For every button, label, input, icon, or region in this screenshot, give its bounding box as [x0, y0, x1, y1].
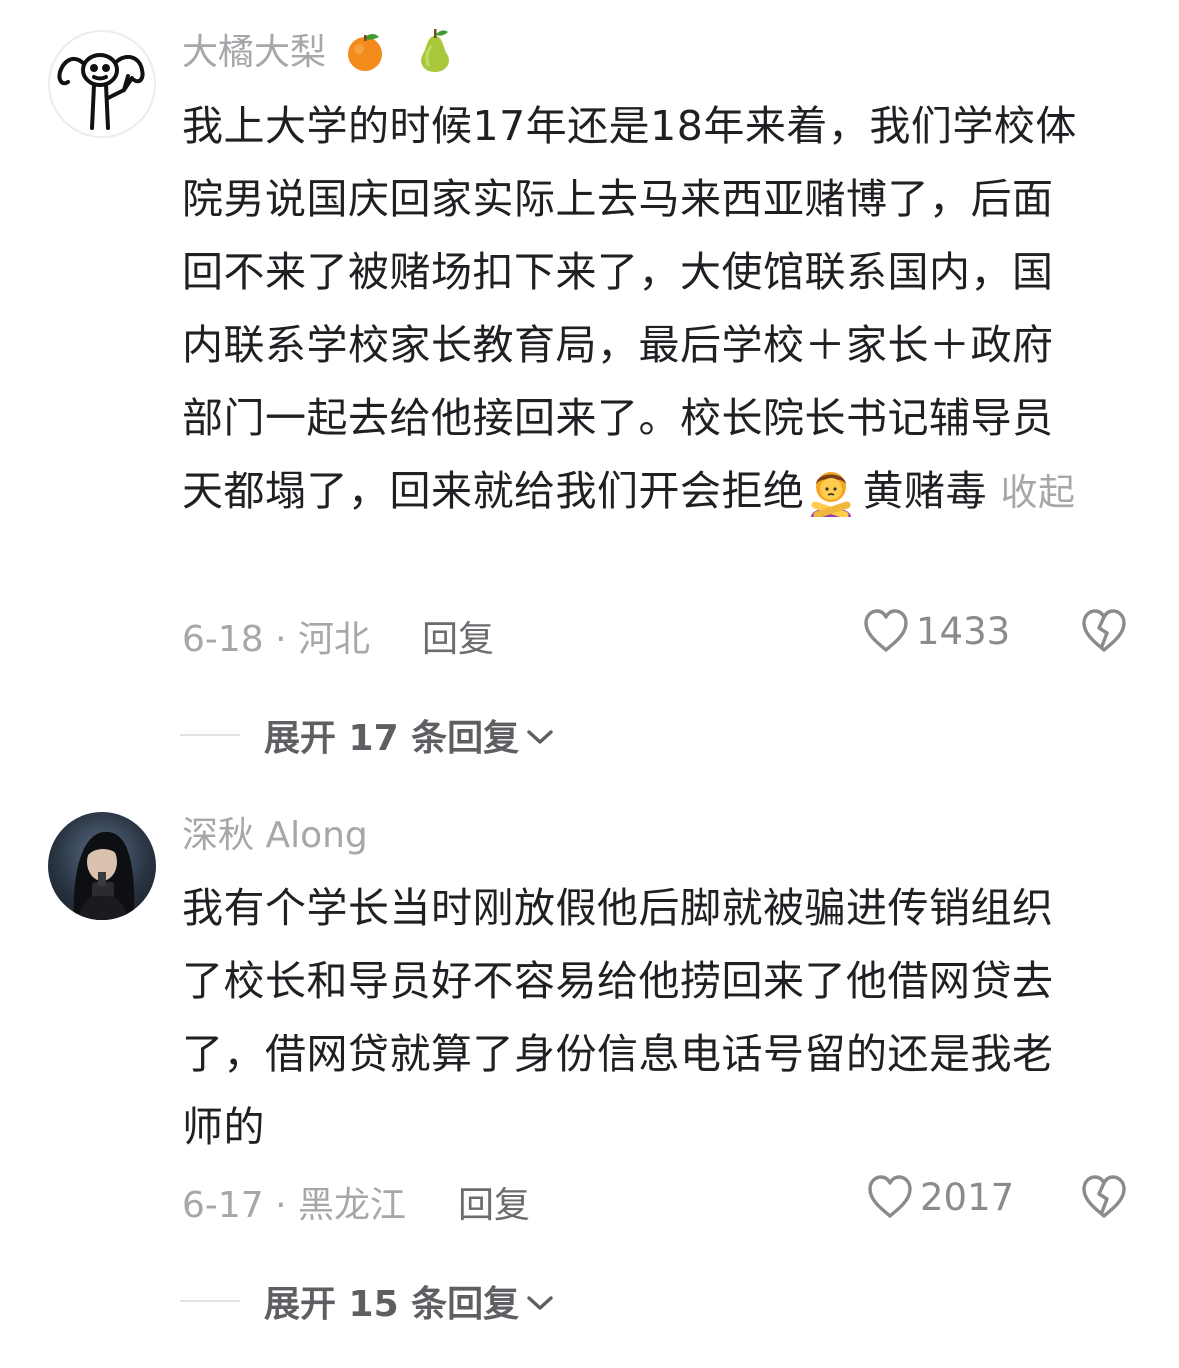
divider-line — [180, 1300, 240, 1302]
person-gesturing-no-emoji-icon — [810, 472, 851, 517]
heart-outline-icon — [868, 1175, 912, 1218]
expand-replies-label: 展开 17 条回复 — [264, 718, 520, 759]
chevron-down-icon — [527, 1296, 553, 1310]
heart-outline-icon — [864, 609, 908, 652]
collapse-link[interactable]: 收起 — [1001, 471, 1076, 514]
avatar[interactable] — [48, 30, 156, 138]
username-text: 大橘大梨 — [182, 32, 327, 73]
reply-button[interactable]: 回复 — [422, 610, 494, 662]
divider-line — [180, 734, 240, 736]
chevron-down-icon — [527, 730, 553, 744]
date-location: 6-18 · 河北 — [182, 619, 371, 660]
like-count: 1433 — [916, 609, 1011, 653]
dislike-button[interactable] — [1080, 1174, 1128, 1229]
pear-emoji-icon — [420, 29, 449, 72]
expand-replies-label: 展开 15 条回复 — [264, 1284, 520, 1325]
date-location: 6-17 · 黑龙江 — [182, 1185, 407, 1226]
like-button[interactable]: 1433 — [862, 608, 1010, 654]
reply-button[interactable]: 回复 — [458, 1176, 530, 1228]
broken-heart-icon — [1082, 609, 1126, 652]
like-button[interactable]: 2017 — [866, 1174, 1014, 1220]
comment-content: 我有个学长当时刚放假他后脚就被骗进传销组织了校长和导员好不容易给他捞回来了他借网… — [182, 872, 1087, 1164]
like-count: 2017 — [920, 1175, 1015, 1219]
expand-replies-button[interactable]: 展开 15 条回复 — [180, 1276, 555, 1326]
comment-text: 我有个学长当时刚放假他后脚就被骗进传销组织了校长和导员好不容易给他捞回来了他借网… — [182, 884, 1054, 1151]
comment-text: 我上大学的时候17年还是18年来着，我们学校体院男说国庆回家实际上去马来西亚赌博… — [182, 102, 1077, 515]
expand-replies-button[interactable]: 展开 17 条回复 — [180, 710, 555, 760]
comment-content: 我上大学的时候17年还是18年来着，我们学校体院男说国庆回家实际上去马来西亚赌博… — [182, 90, 1087, 529]
username[interactable]: 深秋 Along — [182, 813, 368, 859]
portrait-avatar-icon — [73, 831, 135, 920]
orange-emoji-icon — [348, 34, 383, 71]
comment-meta: 6-18 · 河北 回复 1433 — [182, 608, 1132, 663]
comment-text-tail: 黄赌毒 — [862, 467, 987, 515]
comment-meta: 6-17 · 黑龙江 回复 2017 — [182, 1174, 1132, 1229]
username[interactable]: 大橘大梨 — [182, 29, 457, 76]
avatar[interactable] — [48, 812, 156, 920]
broken-heart-icon — [1082, 1175, 1126, 1218]
dislike-button[interactable] — [1080, 608, 1128, 663]
doodle-avatar-icon — [57, 53, 145, 130]
